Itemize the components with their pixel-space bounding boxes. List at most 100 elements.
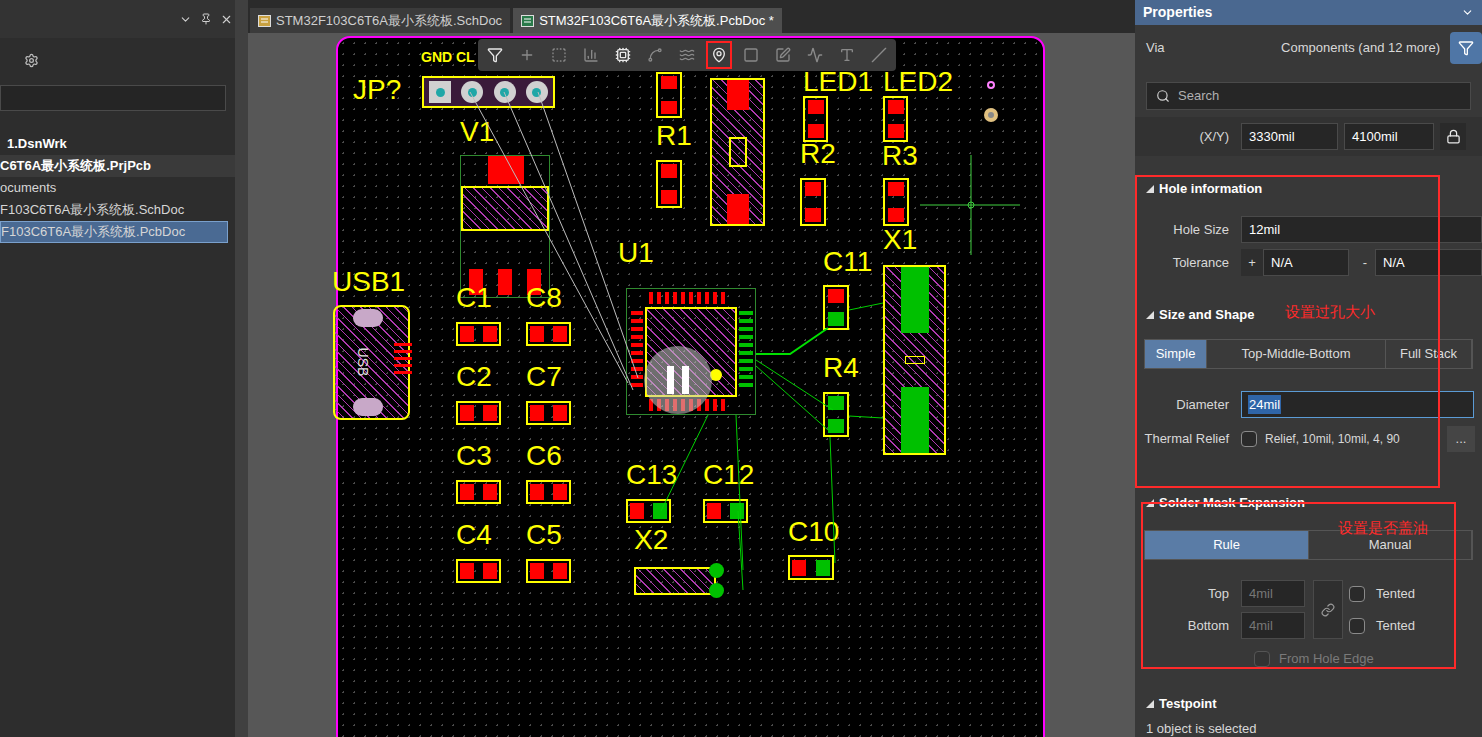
footprint[interactable]: [823, 285, 849, 330]
section-header[interactable]: Testpoint: [1135, 691, 1482, 717]
designator[interactable]: C2: [456, 363, 492, 391]
footprint[interactable]: [800, 178, 826, 226]
designator[interactable]: C4: [456, 521, 492, 549]
footprint[interactable]: [526, 322, 571, 346]
connections-icon: [338, 38, 1045, 737]
toolbar-button[interactable]: [578, 41, 604, 69]
footprint[interactable]: [422, 76, 555, 108]
toolbar-button[interactable]: [546, 41, 572, 69]
designator[interactable]: C11: [823, 248, 872, 276]
toolbar-button[interactable]: [674, 41, 700, 69]
footprint[interactable]: [803, 96, 828, 142]
segment-button[interactable]: Top-Middle-Bottom: [1207, 340, 1386, 368]
text-field[interactable]: 4100mil: [1344, 123, 1434, 150]
filter-button[interactable]: [1450, 32, 1482, 64]
document-tab[interactable]: STM32F103C6T6A最小系统板.PcbDoc *: [513, 8, 782, 33]
designator[interactable]: R2: [800, 140, 836, 168]
designator[interactable]: R1: [656, 122, 692, 150]
footprint[interactable]: [710, 78, 765, 226]
footprint[interactable]: [626, 499, 671, 523]
designator[interactable]: C7: [526, 363, 562, 391]
footprint[interactable]: [526, 559, 571, 583]
checkbox[interactable]: [1349, 618, 1365, 634]
gear-icon[interactable]: [24, 53, 39, 68]
checkbox[interactable]: [1241, 431, 1257, 447]
toolbar-button[interactable]: [642, 41, 668, 69]
text-field[interactable]: N/A: [1375, 249, 1482, 276]
text-field[interactable]: 3330mil: [1241, 123, 1338, 150]
designator[interactable]: JP?: [353, 76, 401, 104]
tree-item[interactable]: ocuments: [0, 177, 235, 199]
text-field[interactable]: 12mil: [1241, 216, 1482, 243]
footprint[interactable]: [456, 401, 501, 425]
toolbar-button[interactable]: [834, 41, 860, 69]
designator[interactable]: C1: [456, 284, 492, 312]
more-button[interactable]: ...: [1447, 426, 1475, 452]
designator[interactable]: C10: [788, 518, 839, 546]
footprint[interactable]: USB: [333, 305, 410, 420]
footprint[interactable]: [456, 480, 501, 504]
designator[interactable]: C6: [526, 442, 562, 470]
toolbar-button[interactable]: [738, 41, 764, 69]
footprint[interactable]: [883, 96, 908, 142]
toolbar-button[interactable]: [514, 41, 540, 69]
tree-item[interactable]: 1.DsnWrk: [0, 133, 235, 155]
designator[interactable]: X1: [883, 226, 917, 254]
pcb-board[interactable]: USBJP?V1LED1LED2R1R2R3X1USB1C1C8C2C7C3C6…: [336, 36, 1045, 737]
segment-button[interactable]: Rule: [1145, 531, 1309, 559]
designator[interactable]: C12: [703, 461, 754, 489]
toolbar-button[interactable]: [770, 41, 796, 69]
footprint[interactable]: [526, 480, 571, 504]
footprint[interactable]: [526, 401, 571, 425]
designator[interactable]: LED2: [883, 68, 953, 96]
designator[interactable]: C3: [456, 442, 492, 470]
menu-icon[interactable]: [1461, 6, 1474, 19]
pcb-canvas[interactable]: USB JP? V1 LED1 LED2 R1 R2 R3 X1 USB1 C1 C8 C2 C7 C3 C6…: [248, 33, 1135, 737]
designator[interactable]: C13: [626, 461, 677, 489]
document-tab[interactable]: STM32F103C6T6A最小系统板.SchDoc: [250, 8, 510, 33]
designator[interactable]: U1: [618, 239, 654, 267]
footprint[interactable]: [460, 155, 550, 298]
section-header[interactable]: Hole information: [1135, 176, 1482, 202]
checkbox[interactable]: [1349, 586, 1365, 602]
toolbar-button[interactable]: [482, 41, 508, 69]
footprint[interactable]: [823, 392, 849, 437]
via[interactable]: [987, 81, 995, 89]
footprint[interactable]: [656, 72, 682, 118]
tree-item[interactable]: F103C6T6A最小系统板.SchDoc: [0, 199, 235, 221]
via[interactable]: [984, 108, 998, 122]
toolbar-button[interactable]: [706, 41, 732, 69]
footprint[interactable]: [883, 178, 909, 226]
designator[interactable]: R4: [823, 354, 859, 382]
footprint[interactable]: [626, 288, 756, 415]
tree-item[interactable]: F103C6T6A最小系统板.PcbDoc: [0, 221, 228, 243]
footprint[interactable]: [456, 322, 501, 346]
lock-button[interactable]: [1440, 123, 1466, 150]
tree-item[interactable]: C6T6A最小系统板.PrjPcb: [0, 155, 235, 177]
designator[interactable]: V1: [460, 118, 494, 146]
footprint[interactable]: [656, 160, 682, 208]
pin-icon[interactable]: [200, 13, 212, 25]
designator[interactable]: C8: [526, 284, 562, 312]
toolbar-button[interactable]: [610, 41, 636, 69]
segment-button[interactable]: Full Stack: [1386, 340, 1472, 368]
footprint[interactable]: [883, 265, 946, 455]
close-icon[interactable]: [220, 13, 233, 26]
designator[interactable]: C5: [526, 521, 562, 549]
footprint[interactable]: [456, 559, 501, 583]
toolbar-button[interactable]: [802, 41, 828, 69]
footprint[interactable]: [788, 555, 834, 580]
footprint[interactable]: [634, 567, 716, 595]
search-field[interactable]: [0, 85, 226, 111]
designator[interactable]: X2: [634, 526, 668, 554]
search-field[interactable]: Search: [1146, 82, 1471, 110]
designator[interactable]: LED1: [803, 68, 873, 96]
footprint[interactable]: [703, 499, 748, 523]
text-field[interactable]: N/A: [1263, 249, 1349, 276]
link-button[interactable]: [1313, 580, 1343, 639]
designator[interactable]: USB1: [332, 268, 405, 296]
menu-icon[interactable]: [179, 13, 192, 26]
toolbar-button[interactable]: [866, 41, 892, 69]
segment-button[interactable]: Simple: [1145, 340, 1207, 368]
designator[interactable]: R3: [882, 142, 918, 170]
